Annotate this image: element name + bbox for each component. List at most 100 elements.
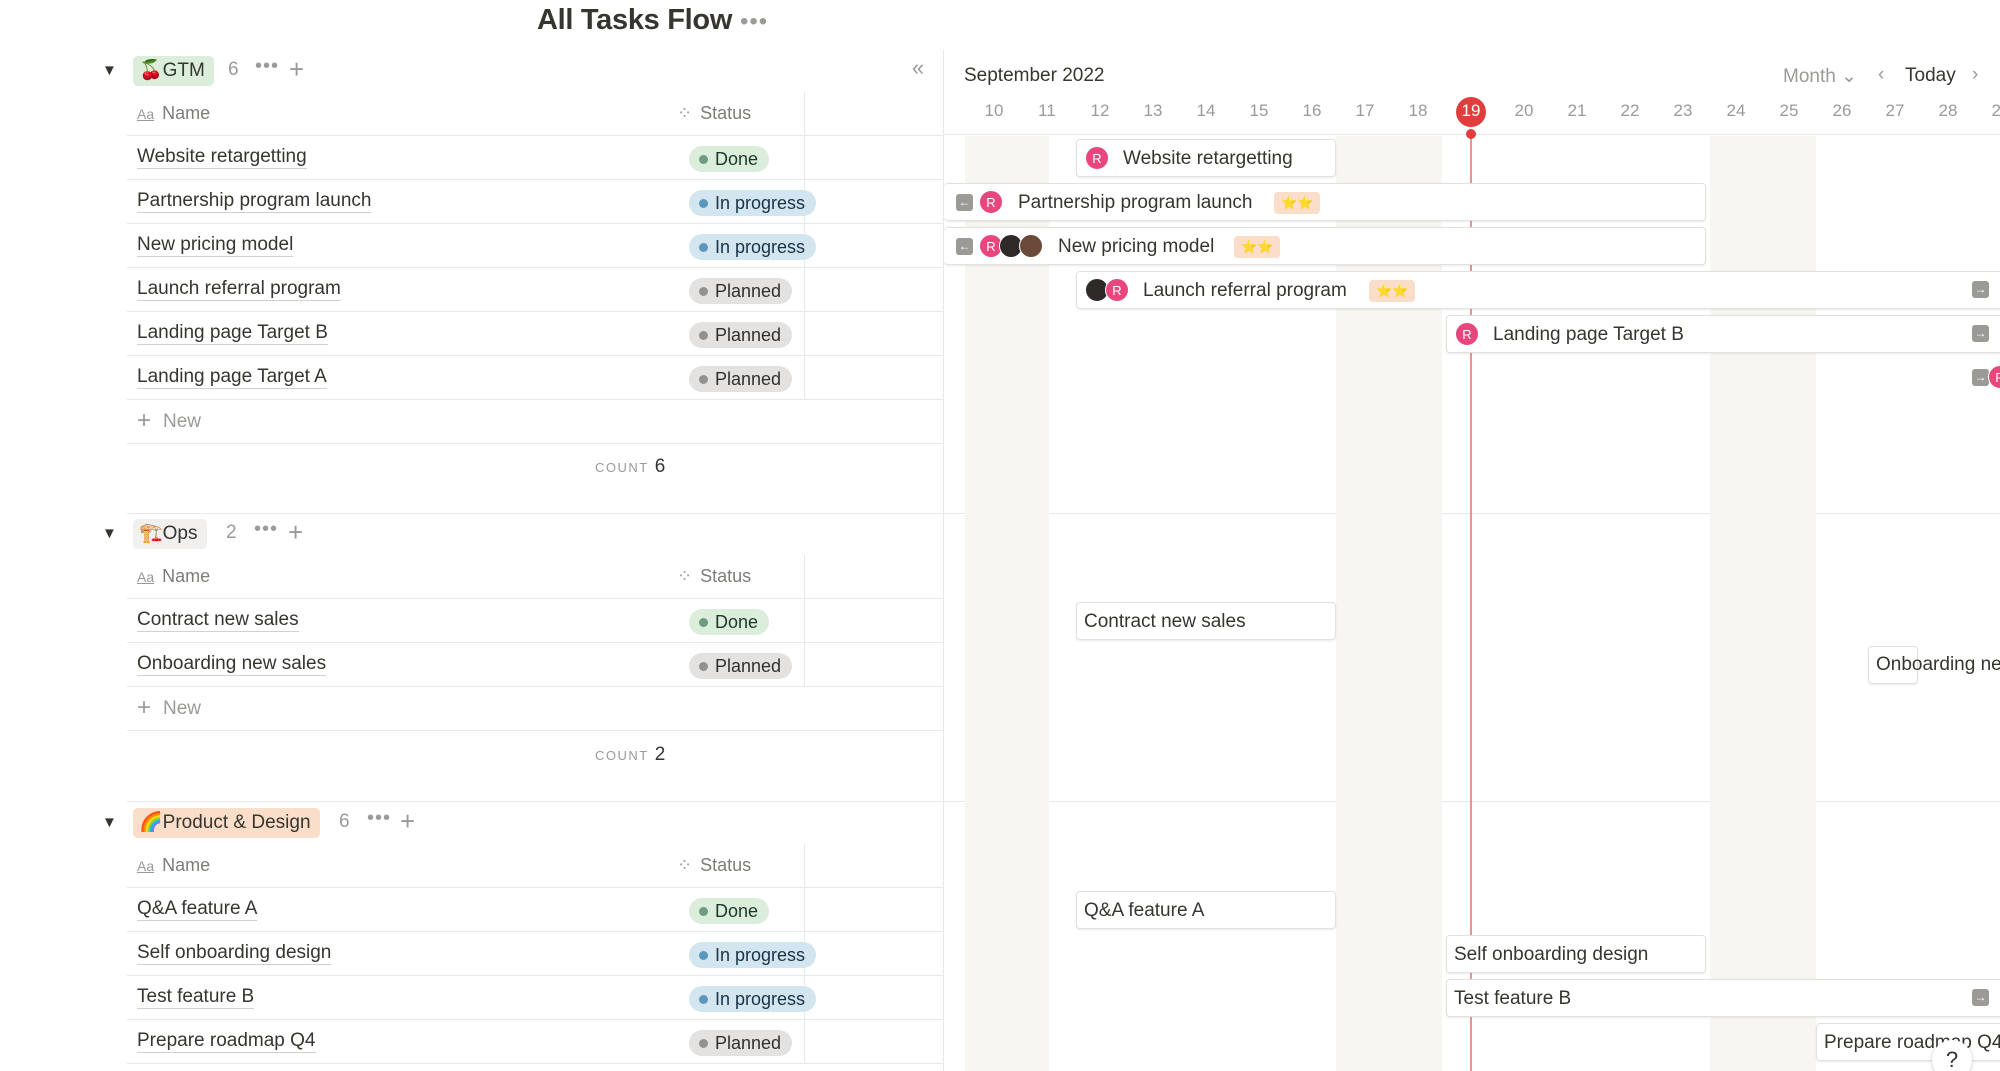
chevron-left-icon[interactable]: ‹ [1878,64,1884,86]
timeline-bar[interactable]: ← R New pricing model ⭐⭐ [944,227,1706,265]
text-type-icon: Aa [137,569,155,585]
day-label: 29 [1991,101,2000,120]
arrow-right-icon[interactable]: → [1972,369,1989,386]
arrow-left-icon[interactable]: ← [956,194,973,211]
table-row[interactable]: Contract new sales Done [127,599,944,643]
row-name[interactable]: Test feature B [137,986,255,1009]
chevron-right-icon[interactable]: › [1972,64,1978,86]
status-badge[interactable]: In progress [689,942,817,968]
arrow-right-icon[interactable]: → [1972,989,1989,1006]
row-name[interactable]: Landing page Target B [137,322,328,345]
status-badge[interactable]: In progress [689,190,817,216]
group-count-footer[interactable]: COUNT 2 [595,744,665,766]
table-row[interactable]: Test feature B In progress [127,976,944,1020]
status-badge[interactable]: Planned [689,653,793,679]
row-name[interactable]: New pricing model [137,234,294,257]
table-row[interactable]: New pricing model In progress [127,224,944,268]
group-add-icon[interactable]: + [400,806,415,837]
new-row-button[interactable]: + New [127,400,944,444]
day-label: 18 [1408,101,1428,120]
row-name[interactable]: Website retargetting [137,146,307,169]
row-name[interactable]: Landing page Target A [137,366,327,389]
timeline-bar[interactable]: Contract new sales [1076,602,1336,640]
table-row[interactable]: Partnership program launch In progress [127,180,944,224]
day-label: 20 [1514,101,1534,120]
status-badge[interactable]: Done [689,609,770,635]
column-name-header[interactable]: Aa Name [137,566,210,587]
avatar: R [1085,146,1109,170]
status-badge[interactable]: In progress [689,234,817,260]
column-name-header[interactable]: Aa Name [137,855,210,876]
new-row-button[interactable]: + New [127,687,944,731]
row-name[interactable]: Q&A feature A [137,898,258,921]
status-badge[interactable]: In progress [689,986,817,1012]
arrow-left-icon[interactable]: ← [956,238,973,255]
status-badge[interactable]: Planned [689,278,793,304]
group-count-footer[interactable]: COUNT 6 [595,456,665,478]
row-name[interactable]: Partnership program launch [137,190,372,213]
day-label: 28 [1938,101,1958,120]
status-type-icon: ⁘ [677,103,693,123]
avatar: R [1455,322,1479,346]
column-status-header[interactable]: ⁘ Status [677,566,751,587]
group-more-icon[interactable]: ••• [254,518,278,541]
timeline-panel: September 2022 Month ⌄ ‹ Today › 10 11 12 1… [944,0,2000,1071]
timeline-bar[interactable]: Prepare roadmap Q4 [1816,1023,2000,1061]
group-count: 6 [339,811,350,832]
timeline-bar[interactable]: R Landing page Target B [1446,315,2000,353]
day-label: 17 [1355,101,1375,120]
chevron-down-icon: ⌄ [1841,66,1858,87]
timeline-bar[interactable]: Self onboarding design [1446,935,1706,973]
group-more-icon[interactable]: ••• [255,55,279,78]
timeline-month: September 2022 [964,65,1105,86]
column-status-header[interactable]: ⁘ Status [677,855,751,876]
timeline-bar[interactable]: R Website retargetting [1076,139,1336,177]
table-row[interactable]: Launch referral program Planned [127,268,944,312]
group-add-icon[interactable]: + [288,517,303,548]
group-add-icon[interactable]: + [289,54,304,85]
table-row[interactable]: Self onboarding design In progress [127,932,944,976]
arrow-right-icon[interactable]: → [1972,325,1989,342]
status-badge[interactable]: Done [689,146,770,172]
column-status-header[interactable]: ⁘ Status [677,103,751,124]
status-badge[interactable]: Planned [689,322,793,348]
column-header-row: Aa Name ⁘ Status [127,92,944,136]
group-toggle-icon[interactable]: ▼ [102,814,117,831]
day-label: 24 [1726,101,1746,120]
text-type-icon: Aa [137,106,155,122]
group-count: 2 [226,522,237,543]
timeline-bar[interactable]: ← R Partnership program launch ⭐⭐ [944,183,1706,221]
day-label: 15 [1249,101,1269,120]
row-name[interactable]: Onboarding new sales [137,653,327,676]
timeline-bar[interactable]: R Launch referral program ⭐⭐ [1076,271,2000,309]
column-header-row: Aa Name ⁘ Status [127,555,944,599]
group-toggle-icon[interactable]: ▼ [102,62,117,79]
column-name-header[interactable]: Aa Name [137,103,210,124]
table-row[interactable]: Q&A feature A Done [127,888,944,932]
day-label: 19 [1461,101,1481,120]
status-badge[interactable]: Planned [689,1030,793,1056]
timeline-bar[interactable]: Test feature B [1446,979,2000,1017]
day-label: 23 [1673,101,1693,120]
table-row[interactable]: Landing page Target B Planned [127,312,944,356]
today-button[interactable]: Today [1905,65,1956,87]
table-row[interactable]: Landing page Target A Planned [127,356,944,400]
status-badge[interactable]: Planned [689,366,793,392]
table-row[interactable]: Onboarding new sales Planned [127,643,944,687]
row-name[interactable]: Contract new sales [137,609,299,632]
text-type-icon: Aa [137,858,155,874]
arrow-right-icon[interactable]: → [1972,281,1989,298]
timeline-view-select[interactable]: Month ⌄ [1783,65,1857,88]
table-row[interactable]: Prepare roadmap Q4 Planned [127,1020,944,1064]
avatar: R [1105,278,1129,302]
day-label: 11 [1038,101,1056,120]
group-more-icon[interactable]: ••• [367,807,391,830]
day-label: 26 [1832,101,1852,120]
group-toggle-icon[interactable]: ▼ [102,525,117,542]
timeline-bar[interactable]: Q&A feature A [1076,891,1336,929]
row-name[interactable]: Launch referral program [137,278,341,301]
status-badge[interactable]: Done [689,898,770,924]
table-row[interactable]: Website retargetting Done [127,136,944,180]
row-name[interactable]: Self onboarding design [137,942,332,965]
row-name[interactable]: Prepare roadmap Q4 [137,1030,316,1053]
